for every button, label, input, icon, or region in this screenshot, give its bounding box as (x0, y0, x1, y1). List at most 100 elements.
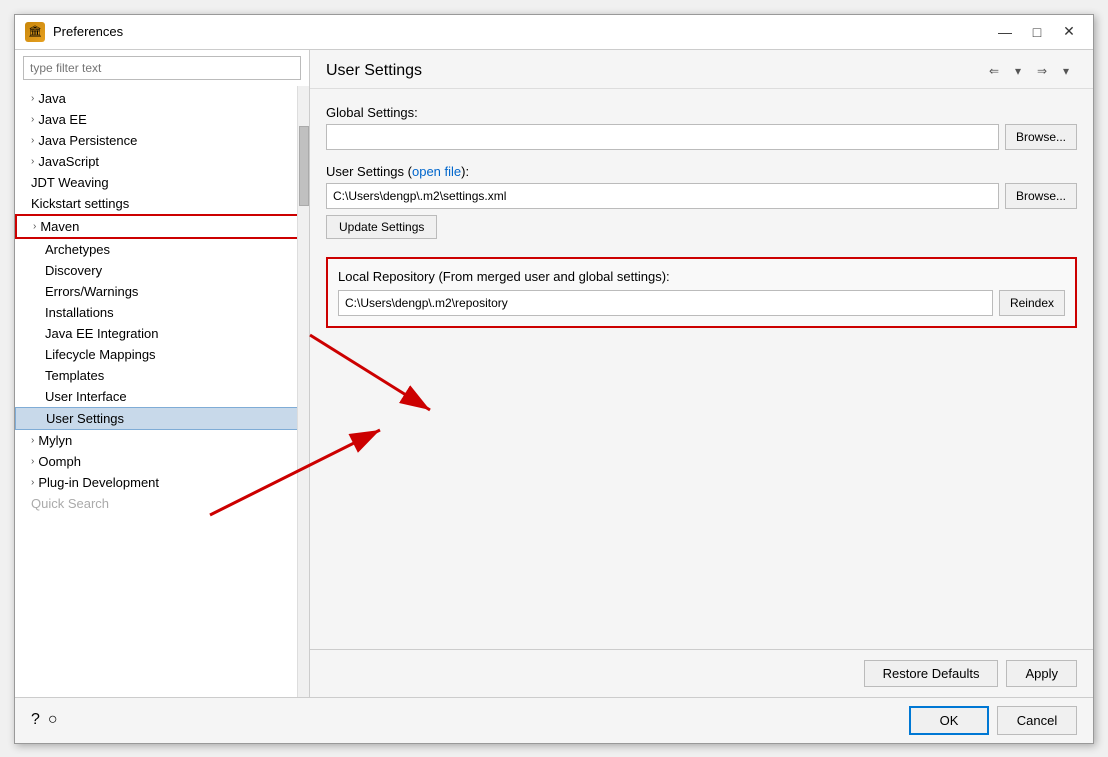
sidebar-item-oomph[interactable]: › Oomph (15, 451, 309, 472)
user-settings-label-suffix: ): (461, 164, 469, 179)
user-settings-input-row: Browse... (326, 183, 1077, 209)
local-repo-label: Local Repository (From merged user and g… (338, 269, 1065, 284)
back-dropdown-button[interactable]: ▾ (1007, 60, 1029, 82)
expand-arrow-icon: › (31, 114, 34, 125)
sidebar-item-lifecycle-mappings[interactable]: Lifecycle Mappings (15, 344, 309, 365)
panel-title: User Settings (326, 62, 422, 80)
expand-arrow-icon: › (31, 477, 34, 488)
forward-button[interactable]: ⇒ (1031, 60, 1053, 82)
global-settings-label: Global Settings: (326, 105, 1077, 120)
sidebar-item-label: Installations (45, 305, 114, 320)
global-settings-input-row: Browse... (326, 124, 1077, 150)
close-button[interactable]: ✕ (1055, 21, 1083, 43)
sidebar-item-label: Java (38, 91, 65, 106)
back-button[interactable]: ⇐ (983, 60, 1005, 82)
sidebar-item-installations[interactable]: Installations (15, 302, 309, 323)
sidebar-item-quick-search[interactable]: Quick Search (15, 493, 309, 514)
bottom-bar-inner: ? ○ OK Cancel (31, 706, 1077, 735)
sidebar-item-label: Discovery (45, 263, 102, 278)
minimize-button[interactable]: — (991, 21, 1019, 43)
local-repo-section: Local Repository (From merged user and g… (326, 257, 1077, 328)
sidebar-item-label: Templates (45, 368, 104, 383)
user-settings-browse-button[interactable]: Browse... (1005, 183, 1077, 209)
local-repo-input-row: Reindex (338, 290, 1065, 316)
title-bar: 🏛 Preferences — □ ✕ (15, 15, 1093, 50)
reindex-button[interactable]: Reindex (999, 290, 1065, 316)
sidebar-item-java[interactable]: › Java (15, 88, 309, 109)
sidebar-item-jdt-weaving[interactable]: JDT Weaving (15, 172, 309, 193)
bottom-buttons: OK Cancel (909, 706, 1077, 735)
window-controls: — □ ✕ (991, 21, 1083, 43)
maximize-button[interactable]: □ (1023, 21, 1051, 43)
sidebar-item-label: Java Persistence (38, 133, 137, 148)
main-content: › Java › Java EE › Java Persistence › (15, 50, 1093, 697)
sidebar-scroll-area: › Java › Java EE › Java Persistence › (15, 86, 309, 697)
sidebar-list-scroll: › Java › Java EE › Java Persistence › (15, 86, 309, 516)
filter-input[interactable] (23, 56, 301, 80)
global-settings-browse-button[interactable]: Browse... (1005, 124, 1077, 150)
ok-button[interactable]: OK (909, 706, 989, 735)
sidebar-item-label: Mylyn (38, 433, 72, 448)
sidebar-item-label: Quick Search (31, 496, 109, 511)
sidebar-item-label: Java EE Integration (45, 326, 158, 341)
sidebar-item-java-persistence[interactable]: › Java Persistence (15, 130, 309, 151)
sidebar-item-kickstart[interactable]: Kickstart settings (15, 193, 309, 214)
user-settings-label-prefix: User Settings ( (326, 164, 412, 179)
local-repo-input[interactable] (338, 290, 993, 316)
sidebar-item-label: Lifecycle Mappings (45, 347, 156, 362)
panel-header: User Settings ⇐ ▾ ⇒ ▾ (310, 50, 1093, 89)
expand-arrow-icon: › (31, 456, 34, 467)
cancel-button[interactable]: Cancel (997, 706, 1077, 735)
sidebar-item-plugin-dev[interactable]: › Plug-in Development (15, 472, 309, 493)
right-panel: User Settings ⇐ ▾ ⇒ ▾ Global Settings: B… (310, 50, 1093, 697)
sidebar-item-discovery[interactable]: Discovery (15, 260, 309, 281)
sidebar-item-mylyn[interactable]: › Mylyn (15, 430, 309, 451)
app-icon: 🏛 (25, 22, 45, 42)
sidebar-item-user-interface[interactable]: User Interface (15, 386, 309, 407)
open-file-link[interactable]: open file (412, 164, 461, 179)
sidebar-item-javascript[interactable]: › JavaScript (15, 151, 309, 172)
bottom-bar: ? ○ OK Cancel (15, 697, 1093, 743)
expand-arrow-icon: › (31, 135, 34, 146)
sidebar-item-label: Plug-in Development (38, 475, 159, 490)
panel-toolbar: ⇐ ▾ ⇒ ▾ (983, 60, 1077, 82)
apply-button[interactable]: Apply (1006, 660, 1077, 687)
info-icon[interactable]: ○ (48, 711, 58, 729)
sidebar-item-label: Java EE (38, 112, 86, 127)
bottom-left-icons: ? ○ (31, 711, 58, 729)
scrollbar-thumb[interactable] (299, 126, 309, 206)
sidebar-item-user-settings[interactable]: User Settings (15, 407, 309, 430)
sidebar-item-label: Maven (40, 219, 79, 234)
user-settings-section: User Settings (open file): Browse... Upd… (326, 164, 1077, 239)
sidebar-item-archetypes[interactable]: Archetypes (15, 239, 309, 260)
forward-dropdown-button[interactable]: ▾ (1055, 60, 1077, 82)
help-icon[interactable]: ? (31, 711, 40, 729)
global-settings-input[interactable] (326, 124, 999, 150)
sidebar: › Java › Java EE › Java Persistence › (15, 50, 310, 697)
sidebar-item-java-ee[interactable]: › Java EE (15, 109, 309, 130)
sidebar-item-label: JDT Weaving (31, 175, 109, 190)
user-settings-input[interactable] (326, 183, 999, 209)
sidebar-item-label: User Interface (45, 389, 127, 404)
sidebar-item-label: Errors/Warnings (45, 284, 138, 299)
sidebar-item-label: JavaScript (38, 154, 99, 169)
expand-arrow-icon: › (31, 156, 34, 167)
update-settings-button[interactable]: Update Settings (326, 215, 437, 239)
expand-arrow-icon: › (31, 93, 34, 104)
sidebar-item-maven[interactable]: › Maven (15, 214, 309, 239)
restore-defaults-button[interactable]: Restore Defaults (864, 660, 999, 687)
sidebar-item-errors-warnings[interactable]: Errors/Warnings (15, 281, 309, 302)
panel-footer: Restore Defaults Apply (310, 649, 1093, 697)
sidebar-item-java-ee-integration[interactable]: Java EE Integration (15, 323, 309, 344)
footer-right: Restore Defaults Apply (864, 660, 1077, 687)
sidebar-item-label: Oomph (38, 454, 81, 469)
global-settings-section: Global Settings: Browse... (326, 105, 1077, 150)
preferences-window: 🏛 Preferences — □ ✕ › Java (14, 14, 1094, 744)
sidebar-item-label: User Settings (46, 411, 124, 426)
sidebar-item-label: Kickstart settings (31, 196, 129, 211)
sidebar-item-templates[interactable]: Templates (15, 365, 309, 386)
sidebar-list: › Java › Java EE › Java Persistence › (15, 86, 309, 516)
title-bar-left: 🏛 Preferences (25, 22, 123, 42)
sidebar-item-label: Archetypes (45, 242, 110, 257)
scrollbar-track[interactable] (297, 86, 309, 697)
